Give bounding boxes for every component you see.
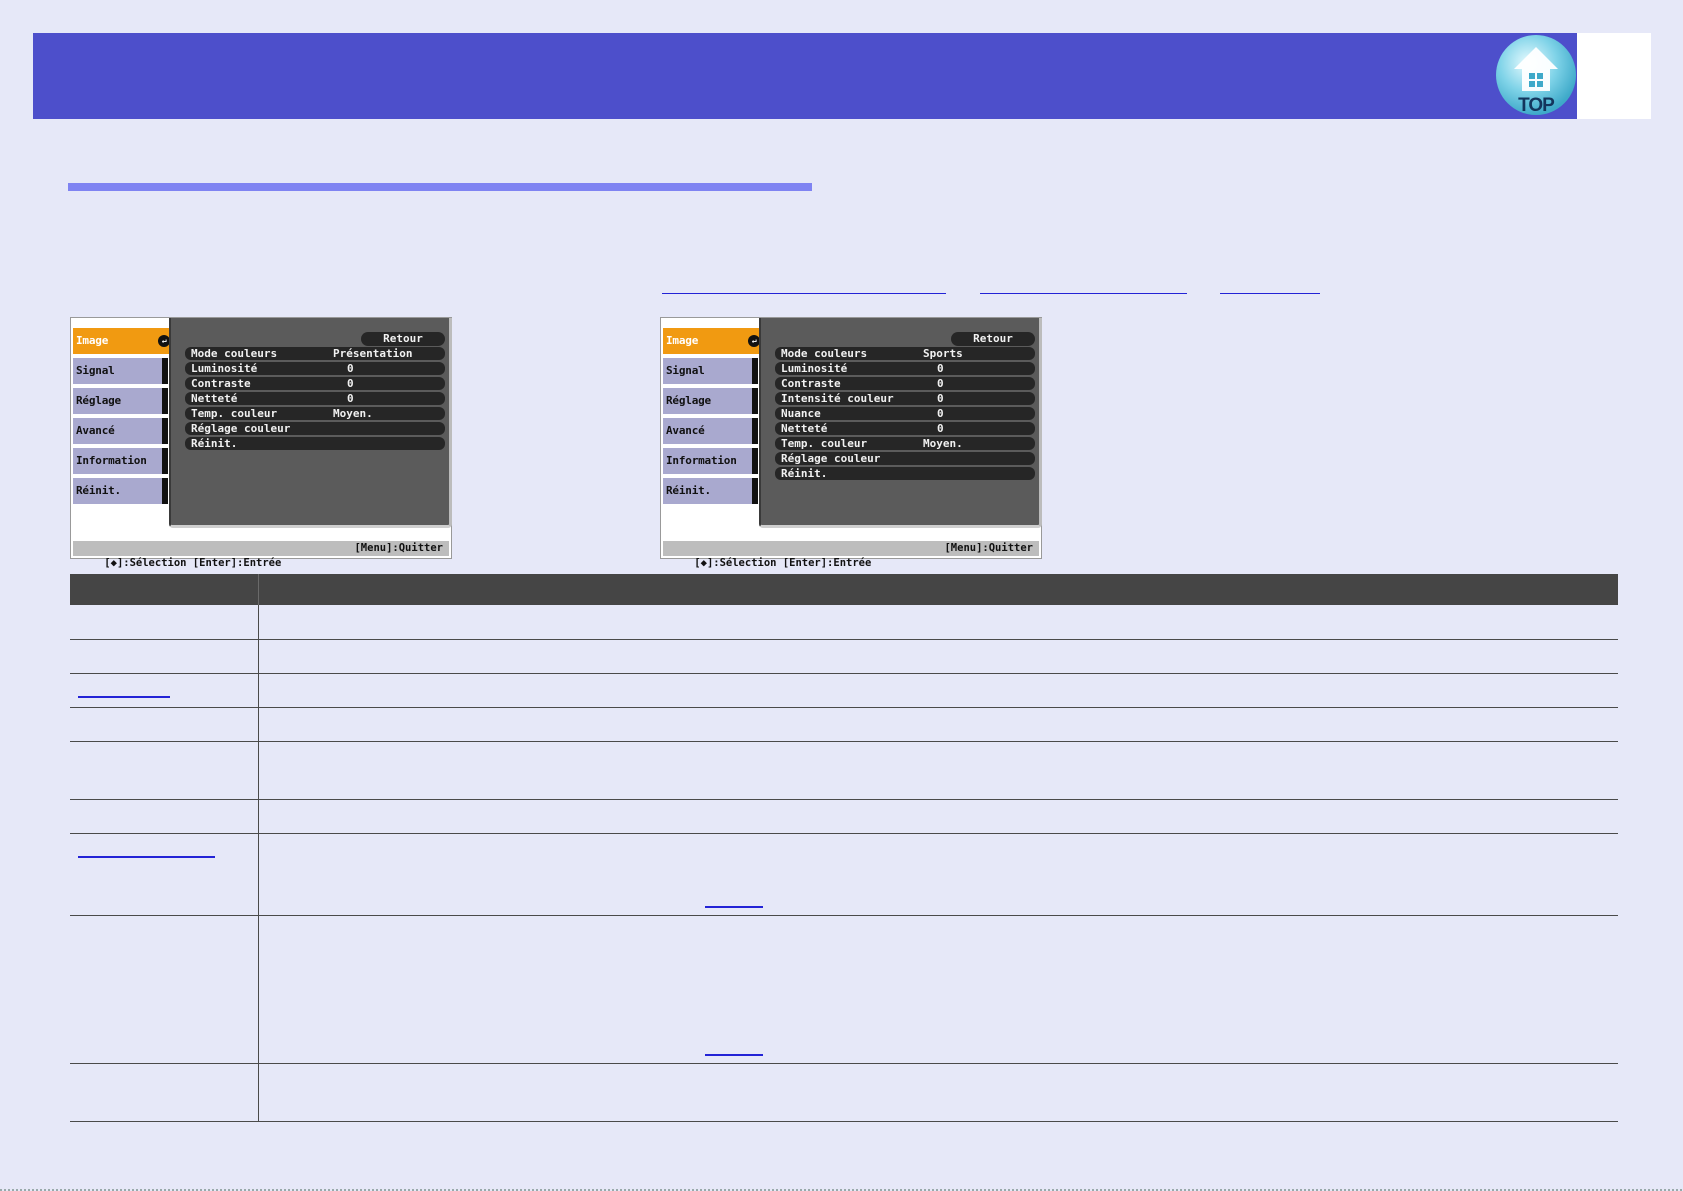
section-title-rule [68,183,812,191]
menu-row[interactable]: Réglage couleur [775,452,1035,465]
osd-settings-panel: Retour Mode couleurs Présentation Luminos… [169,318,452,528]
table-row [70,799,1618,834]
menu-row[interactable]: Luminosité 0 [185,362,445,375]
menu-row[interactable]: Mode couleurs Présentation [185,347,445,360]
osd-footer: [◆]:Sélection [Enter]:Entrée [Menu]:Quitt… [663,541,1039,569]
retour-button[interactable]: Retour [361,332,445,346]
menu-row[interactable]: Réinit. [185,437,445,450]
tab-signal[interactable]: Signal [663,358,758,384]
page-reference-link[interactable] [704,905,763,908]
menu-row[interactable]: Temp. couleur Moyen. [775,437,1035,450]
tab-image[interactable]: Image ↵ [663,328,765,354]
page-reference-link[interactable] [704,1053,763,1056]
header-banner [33,33,1577,119]
osd-settings-panel: Retour Mode couleurs Sports Luminosité 0 C… [759,318,1042,528]
menu-row[interactable]: Réinit. [775,467,1035,480]
tab-signal[interactable]: Signal [73,358,168,384]
menu-row[interactable]: Luminosité 0 [775,362,1035,375]
table-row [70,833,1618,916]
cross-reference-links [0,278,1683,296]
link-2[interactable] [980,278,1187,294]
table-row [70,707,1618,742]
settings-table [70,574,1618,1122]
tab-image[interactable]: Image ↵ [73,328,175,354]
tab-reglage[interactable]: Réglage [663,388,758,414]
header-banner-tail [1577,33,1651,119]
retour-button[interactable]: Retour [951,332,1035,346]
osd-menu-left: Image ↵ Signal Réglage Avancé Information… [70,317,452,569]
menu-row[interactable]: Intensité couleur 0 [775,392,1035,405]
tab-information[interactable]: Information [663,448,758,474]
osd-menu-right: Image ↵ Signal Réglage Avancé Information… [660,317,1042,569]
table-row [70,605,1618,640]
glossary-link[interactable] [78,855,215,858]
menu-row[interactable]: Contraste 0 [185,377,445,390]
menu-row[interactable]: Nuance 0 [775,407,1035,420]
table-row [70,915,1618,1064]
osd-footer: [◆]:Sélection [Enter]:Entrée [Menu]:Quitt… [73,541,449,569]
menu-row[interactable]: Réglage couleur [185,422,445,435]
tab-avance[interactable]: Avancé [73,418,168,444]
link-1[interactable] [662,278,946,294]
link-3[interactable] [1220,278,1320,294]
menu-row[interactable]: Mode couleurs Sports [775,347,1035,360]
table-header-cell [70,574,259,605]
menu-row[interactable]: Netteté 0 [185,392,445,405]
tab-information[interactable]: Information [73,448,168,474]
table-header-row [70,574,1618,605]
menu-row[interactable]: Contraste 0 [775,377,1035,390]
tab-reglage[interactable]: Réglage [73,388,168,414]
tab-reinit[interactable]: Réinit. [663,478,758,504]
top-button[interactable]: TOP [1494,35,1578,119]
glossary-link[interactable] [78,695,170,698]
tab-reinit[interactable]: Réinit. [73,478,168,504]
table-row [70,1063,1618,1122]
table-header-cell [258,574,1618,605]
menu-row[interactable]: Netteté 0 [775,422,1035,435]
top-button-label: TOP [1518,95,1555,116]
table-row [70,741,1618,800]
table-row [70,639,1618,674]
table-row [70,673,1618,708]
menu-row[interactable]: Temp. couleur Moyen. [185,407,445,420]
tab-avance[interactable]: Avancé [663,418,758,444]
